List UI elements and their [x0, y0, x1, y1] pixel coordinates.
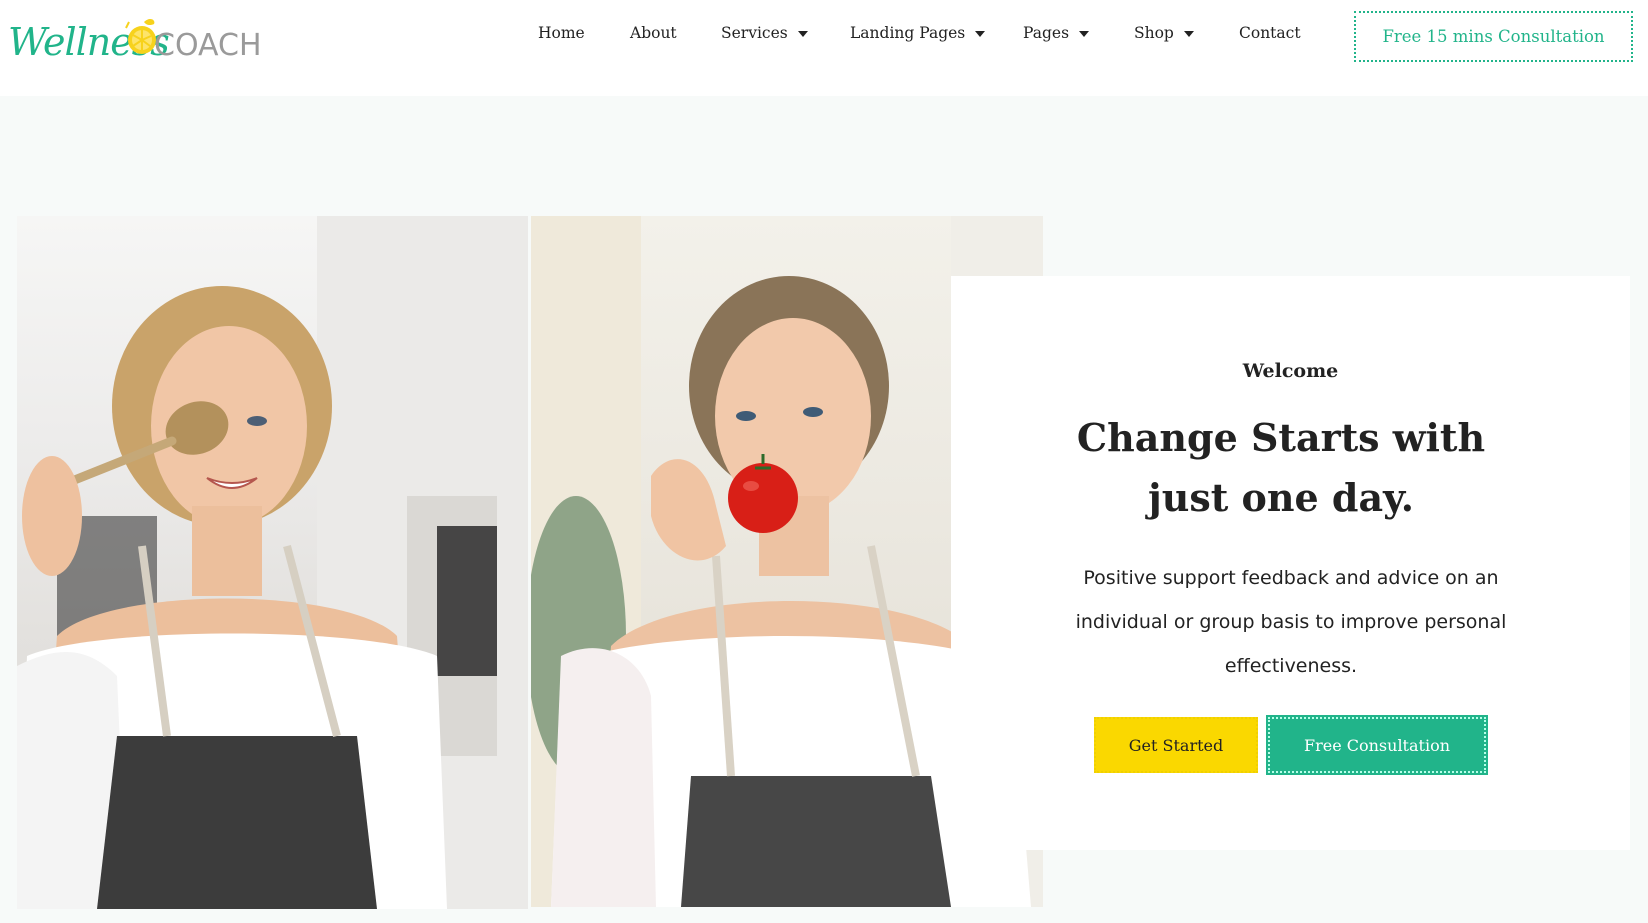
nav-label: Contact [1239, 24, 1301, 42]
free-consultation-header-button[interactable]: Free 15 mins Consultation [1354, 11, 1633, 62]
nav-shop[interactable]: Shop [1134, 24, 1194, 42]
hero-card: Welcome Change Starts with just one day.… [951, 276, 1630, 850]
hero-headline: Change Starts with just one day. [1076, 415, 1486, 520]
hero-photo-spoon [17, 216, 528, 909]
nav-label: Pages [1023, 24, 1070, 42]
logo-coach-text: COACH [154, 28, 262, 63]
get-started-button[interactable]: Get Started [1094, 717, 1258, 773]
nav-label: Services [721, 24, 788, 42]
nav-landing-pages[interactable]: Landing Pages [850, 24, 986, 42]
nav-contact[interactable]: Contact [1239, 24, 1301, 42]
caret-down-icon [1079, 31, 1090, 37]
free-consultation-button[interactable]: Free Consultation [1266, 715, 1488, 775]
caret-down-icon [797, 31, 808, 37]
nav-label: Landing Pages [850, 24, 966, 42]
nav-pages[interactable]: Pages [1023, 24, 1090, 42]
caret-down-icon [1183, 31, 1194, 37]
nav-label: About [630, 24, 677, 42]
hero-description: Positive support feedback and advice on … [1075, 567, 1507, 677]
brand-logo[interactable]: Wellness COACH [6, 10, 268, 66]
welcome-label: Welcome [1242, 360, 1339, 382]
caret-down-icon [975, 31, 986, 37]
nav-label: Shop [1134, 24, 1174, 42]
nav-home[interactable]: Home [538, 24, 585, 42]
nav-services[interactable]: Services [721, 24, 808, 42]
nav-about[interactable]: About [630, 24, 677, 42]
nav-label: Home [538, 24, 585, 42]
woman-with-spoon-image [17, 216, 528, 909]
site-header: Wellness COACH Home About Services Landi… [0, 0, 1648, 96]
